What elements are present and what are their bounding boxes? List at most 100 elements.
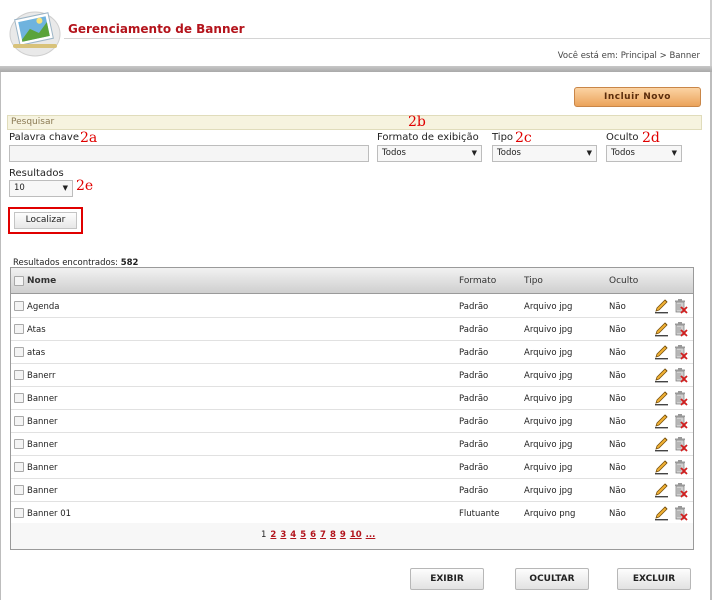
table-row[interactable]: Agenda Padrão Arquivo jpg Não bbox=[11, 295, 693, 318]
cell-type: Arquivo png bbox=[524, 509, 576, 519]
show-button[interactable]: EXIBIR bbox=[410, 568, 484, 590]
page-link[interactable]: 9 bbox=[340, 530, 346, 540]
type-label: Tipo bbox=[492, 132, 514, 143]
page-link[interactable]: 8 bbox=[330, 530, 336, 540]
table-row[interactable]: Banner Padrão Arquivo jpg Não bbox=[11, 479, 693, 502]
delete-trash-icon[interactable] bbox=[673, 413, 688, 429]
delete-trash-icon[interactable] bbox=[673, 321, 688, 337]
results-per-page-value: 10 bbox=[14, 183, 25, 193]
hide-button[interactable]: OCULTAR bbox=[515, 568, 589, 590]
table-footer: 1 2 3 4 5 6 7 8 9 10... bbox=[11, 523, 693, 549]
cell-name: Atas bbox=[27, 325, 46, 335]
type-select-value: Todos bbox=[497, 148, 521, 158]
cell-hidden: Não bbox=[609, 371, 626, 381]
row-checkbox[interactable] bbox=[14, 301, 24, 311]
column-header-name[interactable]: Nome bbox=[27, 276, 56, 286]
edit-pencil-icon[interactable] bbox=[654, 298, 669, 314]
results-table: Nome Formato Tipo Oculto Agenda Padrão Arq… bbox=[10, 267, 694, 550]
page-title: Gerenciamento de Banner bbox=[68, 22, 245, 36]
breadcrumb-item-principal[interactable]: Principal bbox=[621, 51, 657, 61]
cell-format: Padrão bbox=[459, 371, 489, 381]
delete-trash-icon[interactable] bbox=[673, 482, 688, 498]
find-button[interactable]: Localizar bbox=[14, 212, 77, 229]
row-checkbox[interactable] bbox=[14, 324, 24, 334]
row-checkbox[interactable] bbox=[14, 393, 24, 403]
chevron-down-icon: ▼ bbox=[671, 149, 677, 157]
hidden-label: Oculto bbox=[606, 132, 639, 143]
delete-trash-icon[interactable] bbox=[673, 390, 688, 406]
edit-pencil-icon[interactable] bbox=[654, 390, 669, 406]
row-checkbox[interactable] bbox=[14, 416, 24, 426]
table-row[interactable]: Banner Padrão Arquivo jpg Não bbox=[11, 410, 693, 433]
edit-pencil-icon[interactable] bbox=[654, 344, 669, 360]
table-row[interactable]: Banner Padrão Arquivo jpg Não bbox=[11, 433, 693, 456]
edit-pencil-icon[interactable] bbox=[654, 413, 669, 429]
edit-pencil-icon[interactable] bbox=[654, 321, 669, 337]
cell-format: Padrão bbox=[459, 394, 489, 404]
table-row[interactable]: Banerr Padrão Arquivo jpg Não bbox=[11, 364, 693, 387]
cell-hidden: Não bbox=[609, 348, 626, 358]
page-link[interactable]: 10 bbox=[350, 530, 362, 540]
hidden-select[interactable]: Todos ▼ bbox=[606, 145, 682, 162]
cell-type: Arquivo jpg bbox=[524, 348, 573, 358]
edit-pencil-icon[interactable] bbox=[654, 505, 669, 521]
find-button-highlight: Localizar bbox=[8, 207, 83, 234]
cell-name: Banner bbox=[27, 394, 58, 404]
page-link[interactable]: 3 bbox=[280, 530, 286, 540]
select-all-checkbox[interactable] bbox=[14, 276, 24, 286]
cell-name: Banner bbox=[27, 463, 58, 473]
row-checkbox[interactable] bbox=[14, 508, 24, 518]
breadcrumb: Você está em: Principal > Banner bbox=[558, 51, 700, 61]
page-link[interactable]: 4 bbox=[290, 530, 296, 540]
edit-pencil-icon[interactable] bbox=[654, 436, 669, 452]
row-checkbox[interactable] bbox=[14, 439, 24, 449]
format-select[interactable]: Todos ▼ bbox=[377, 145, 482, 162]
delete-trash-icon[interactable] bbox=[673, 436, 688, 452]
annotation-2b: 2b bbox=[408, 114, 426, 130]
table-row[interactable]: Banner Padrão Arquivo jpg Não bbox=[11, 387, 693, 410]
cell-name: Banner bbox=[27, 417, 58, 427]
cell-hidden: Não bbox=[609, 440, 626, 450]
page-link[interactable]: ... bbox=[366, 530, 376, 540]
row-checkbox[interactable] bbox=[14, 347, 24, 357]
keyword-input[interactable] bbox=[9, 145, 369, 162]
format-select-value: Todos bbox=[382, 148, 406, 158]
cell-type: Arquivo jpg bbox=[524, 302, 573, 312]
delete-trash-icon[interactable] bbox=[673, 505, 688, 521]
page-link[interactable]: 7 bbox=[320, 530, 326, 540]
row-checkbox[interactable] bbox=[14, 370, 24, 380]
delete-button[interactable]: EXCLUIR bbox=[617, 568, 691, 590]
edit-pencil-icon[interactable] bbox=[654, 459, 669, 475]
table-row[interactable]: Atas Padrão Arquivo jpg Não bbox=[11, 318, 693, 341]
delete-trash-icon[interactable] bbox=[673, 367, 688, 383]
column-header-hidden[interactable]: Oculto bbox=[609, 276, 638, 286]
delete-trash-icon[interactable] bbox=[673, 298, 688, 314]
row-checkbox[interactable] bbox=[14, 462, 24, 472]
cell-name: Banner bbox=[27, 486, 58, 496]
search-panel-header: Pesquisar bbox=[7, 115, 702, 130]
column-header-type[interactable]: Tipo bbox=[524, 276, 543, 286]
pagination: 1 2 3 4 5 6 7 8 9 10... bbox=[261, 530, 379, 540]
table-row[interactable]: Banner 01 Flutuante Arquivo png Não bbox=[11, 502, 693, 525]
page-link[interactable]: 5 bbox=[300, 530, 306, 540]
column-header-format[interactable]: Formato bbox=[459, 276, 496, 286]
chevron-down-icon: ▼ bbox=[586, 149, 592, 157]
edit-pencil-icon[interactable] bbox=[654, 367, 669, 383]
results-per-page-select[interactable]: 10 ▼ bbox=[9, 180, 73, 197]
banner-logo-icon bbox=[9, 11, 61, 57]
page-link[interactable]: 6 bbox=[310, 530, 316, 540]
edit-pencil-icon[interactable] bbox=[654, 482, 669, 498]
breadcrumb-separator: > bbox=[659, 51, 667, 61]
row-checkbox[interactable] bbox=[14, 485, 24, 495]
page-header: Gerenciamento de Banner Você está em: Pr… bbox=[0, 0, 712, 66]
delete-trash-icon[interactable] bbox=[673, 344, 688, 360]
results-per-page-label: Resultados bbox=[9, 168, 64, 179]
table-row[interactable]: Banner Padrão Arquivo jpg Não bbox=[11, 456, 693, 479]
chevron-down-icon: ▼ bbox=[62, 184, 68, 192]
page-link[interactable]: 2 bbox=[270, 530, 276, 540]
delete-trash-icon[interactable] bbox=[673, 459, 688, 475]
cell-type: Arquivo jpg bbox=[524, 417, 573, 427]
type-select[interactable]: Todos ▼ bbox=[492, 145, 597, 162]
table-row[interactable]: atas Padrão Arquivo jpg Não bbox=[11, 341, 693, 364]
add-new-button[interactable]: Incluir Novo bbox=[574, 87, 701, 107]
